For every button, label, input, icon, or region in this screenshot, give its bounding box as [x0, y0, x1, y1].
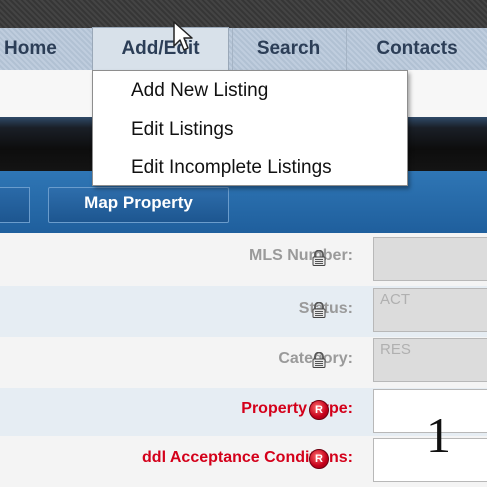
- top-strip: [0, 0, 487, 28]
- mls-number-field: [373, 237, 487, 281]
- add-edit-dropdown-menu: Add New Listing Edit Listings Edit Incom…: [92, 70, 408, 186]
- nav-contacts[interactable]: Contacts: [346, 28, 487, 70]
- category-field: RES: [373, 338, 487, 382]
- mouse-cursor-icon: [173, 21, 193, 51]
- form-row-acceptance-conditions: ddl Acceptance Conditions: R: [0, 436, 487, 487]
- form-row-mls-number: MLS Number:: [0, 233, 487, 286]
- mls-number-label: MLS Number:: [249, 247, 353, 264]
- lock-icon: [312, 302, 326, 318]
- overlay-number: 1: [426, 407, 451, 463]
- main-nav: Home Add/Edit Search Contacts: [0, 27, 487, 71]
- toolbar-button-prev[interactable]: [0, 187, 30, 223]
- menu-item-edit-listings[interactable]: Edit Listings: [131, 119, 233, 141]
- required-icon: R: [309, 400, 329, 420]
- menu-item-add-new-listing[interactable]: Add New Listing: [131, 80, 268, 102]
- lock-icon: [312, 250, 326, 266]
- property-type-label: Property Type:: [241, 400, 353, 417]
- nav-home[interactable]: Home: [0, 28, 76, 70]
- menu-item-edit-incomplete-listings[interactable]: Edit Incomplete Listings: [131, 157, 332, 179]
- nav-search[interactable]: Search: [232, 28, 344, 70]
- form-row-status: Status: ACT: [0, 286, 487, 337]
- required-icon: R: [309, 449, 329, 469]
- lock-icon: [312, 352, 326, 368]
- form-row-category: Category: RES: [0, 337, 487, 388]
- map-property-button[interactable]: Map Property: [48, 187, 229, 223]
- status-field: ACT: [373, 288, 487, 332]
- form-row-property-type: Property Type: R: [0, 388, 487, 436]
- nav-add-edit[interactable]: Add/Edit: [92, 27, 229, 71]
